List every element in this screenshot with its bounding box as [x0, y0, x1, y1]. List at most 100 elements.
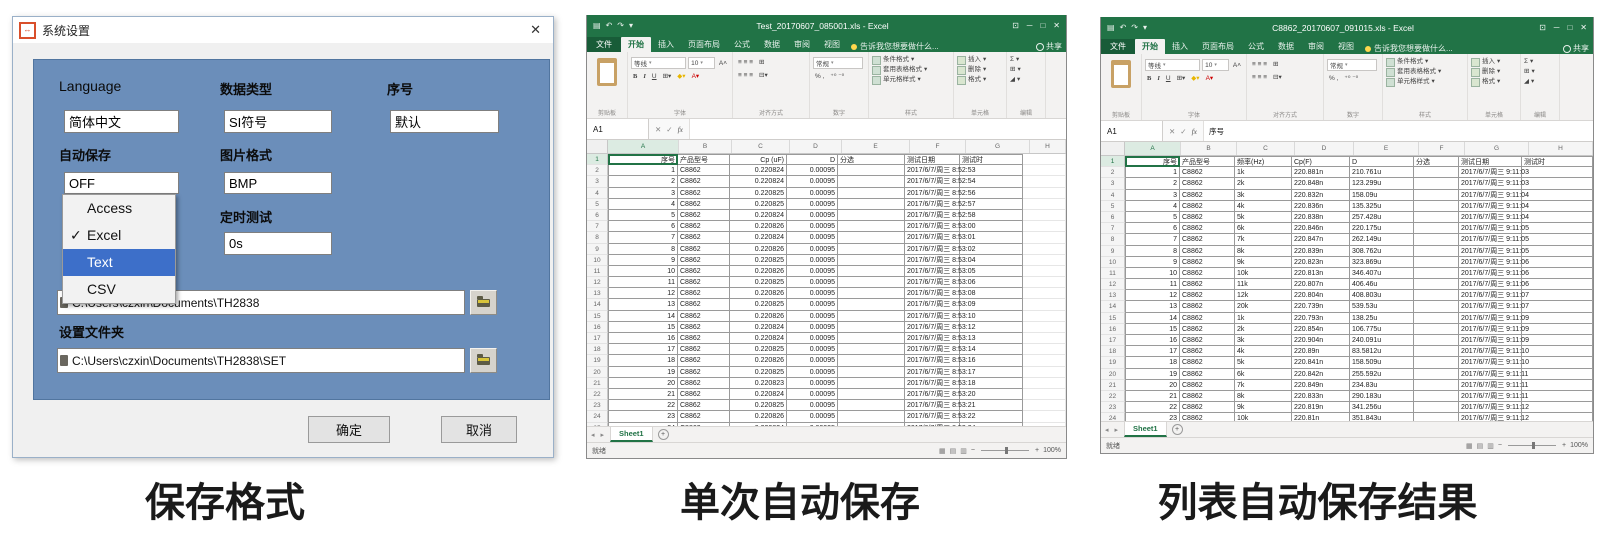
cell[interactable]: 2017/6/7/周三 8:52:53: [905, 165, 960, 176]
cell[interactable]: 5: [1125, 212, 1180, 223]
cell[interactable]: 2017/6/7/周三 9:11:04: [1459, 212, 1522, 223]
cell[interactable]: 220.841n: [1292, 357, 1350, 368]
column-header-F[interactable]: F: [910, 140, 966, 153]
cell[interactable]: 2017/6/7/周三 8:53:10: [905, 311, 960, 322]
ribbon-tab-1[interactable]: 开始: [1135, 39, 1165, 54]
cell[interactable]: [1522, 190, 1593, 201]
cell[interactable]: C8862: [678, 277, 730, 288]
cell[interactable]: 6: [608, 221, 678, 232]
cell[interactable]: 2: [608, 176, 678, 187]
cell[interactable]: 8k: [1235, 391, 1292, 402]
cell[interactable]: 0.220825: [730, 400, 787, 411]
cell[interactable]: [1522, 234, 1593, 245]
cell[interactable]: [1023, 232, 1066, 243]
cell[interactable]: 11: [1125, 279, 1180, 290]
cell[interactable]: [838, 311, 905, 322]
cell[interactable]: [1522, 246, 1593, 257]
row-header[interactable]: 10: [1101, 257, 1125, 268]
cell[interactable]: 539.53u: [1350, 301, 1414, 312]
zoom-level[interactable]: 100%: [1043, 447, 1061, 454]
cell[interactable]: 220.881n: [1292, 167, 1350, 178]
cell[interactable]: 11: [608, 277, 678, 288]
ribbon-tab-3[interactable]: 页面布局: [1195, 39, 1241, 54]
cell[interactable]: [1023, 210, 1066, 221]
cell[interactable]: 158.09u: [1350, 190, 1414, 201]
cell[interactable]: C8862: [678, 199, 730, 210]
confirm-entry-icon[interactable]: ✓: [666, 125, 672, 134]
cell[interactable]: 0.220824: [730, 210, 787, 221]
spreadsheet-grid[interactable]: ABCDEFGH1序号产品型号Cp (uF)D分选测试日期测试时21C88620…: [587, 140, 1066, 426]
cell[interactable]: [1023, 333, 1066, 344]
cell[interactable]: 290.183u: [1350, 391, 1414, 402]
cell[interactable]: 0.220824: [730, 333, 787, 344]
cell[interactable]: C8862: [678, 389, 730, 400]
cell[interactable]: 8: [1125, 246, 1180, 257]
cell[interactable]: 20k: [1235, 301, 1292, 312]
row-header[interactable]: 1: [587, 154, 608, 165]
cell[interactable]: [1522, 257, 1593, 268]
cell[interactable]: 0.00095: [787, 367, 838, 378]
cell[interactable]: [838, 277, 905, 288]
cell[interactable]: 2k: [1235, 178, 1292, 189]
cell[interactable]: C8862: [678, 322, 730, 333]
cell[interactable]: [838, 221, 905, 232]
cell[interactable]: 0.220825: [730, 199, 787, 210]
row-header[interactable]: 5: [587, 199, 608, 210]
row-header[interactable]: 21: [587, 378, 608, 389]
cell[interactable]: 10k: [1235, 413, 1292, 421]
cell[interactable]: 210.761u: [1350, 167, 1414, 178]
cell[interactable]: 7: [1125, 234, 1180, 245]
cell[interactable]: C8862: [678, 288, 730, 299]
cell[interactable]: [1522, 212, 1593, 223]
cell[interactable]: 7: [608, 232, 678, 243]
cell[interactable]: 0.00095: [787, 165, 838, 176]
cell[interactable]: 4k: [1235, 346, 1292, 357]
cell[interactable]: 18: [608, 355, 678, 366]
cell[interactable]: [838, 188, 905, 199]
cell[interactable]: [1522, 346, 1593, 357]
cell[interactable]: 2017/6/7/周三 9:11:07: [1459, 290, 1522, 301]
bold-button[interactable]: B: [631, 71, 639, 82]
cancel-button[interactable]: 取消: [441, 416, 517, 443]
row-header[interactable]: 16: [1101, 324, 1125, 335]
percent-icon[interactable]: % ,: [813, 71, 826, 82]
style-button-1[interactable]: 套用表格格式▾: [872, 65, 950, 75]
cell[interactable]: C8862: [678, 255, 730, 266]
cell[interactable]: [1414, 201, 1459, 212]
cell[interactable]: 0.00095: [787, 389, 838, 400]
row-header[interactable]: 4: [1101, 190, 1125, 201]
new-sheet-icon[interactable]: +: [658, 429, 669, 440]
cell[interactable]: C8862: [678, 188, 730, 199]
cell[interactable]: [1023, 344, 1066, 355]
cell[interactable]: 2017/6/7/周三 8:53:17: [905, 367, 960, 378]
number-format-combo[interactable]: 常规▾: [813, 57, 863, 69]
row-header[interactable]: 12: [1101, 279, 1125, 290]
maximize-icon[interactable]: □: [1040, 21, 1045, 30]
cell[interactable]: 220.854n: [1292, 324, 1350, 335]
page-break-icon[interactable]: ▥: [1487, 442, 1494, 450]
insert-function-icon[interactable]: fx: [1192, 127, 1197, 136]
cell[interactable]: [1522, 335, 1593, 346]
row-header[interactable]: 18: [1101, 346, 1125, 357]
cell[interactable]: 2017/6/7/周三 8:52:56: [905, 188, 960, 199]
column-header-E[interactable]: E: [1354, 142, 1419, 155]
cell[interactable]: 220.904n: [1292, 335, 1350, 346]
cell[interactable]: 16: [608, 333, 678, 344]
timed-test-input[interactable]: [224, 232, 332, 255]
cell[interactable]: 2017/6/7/周三 9:11:12: [1459, 402, 1522, 413]
cell[interactable]: [1522, 324, 1593, 335]
cell[interactable]: D: [787, 154, 838, 165]
cell[interactable]: 0.00095: [787, 255, 838, 266]
cell[interactable]: [1522, 313, 1593, 324]
cell[interactable]: 2017/6/7/周三 9:11:07: [1459, 301, 1522, 312]
cell[interactable]: [838, 199, 905, 210]
cell[interactable]: [1522, 167, 1593, 178]
cell[interactable]: C8862: [1180, 212, 1235, 223]
cell[interactable]: 5k: [1235, 212, 1292, 223]
cell[interactable]: 2k: [1235, 324, 1292, 335]
ribbon-tab-7[interactable]: 视图: [817, 37, 847, 52]
cell[interactable]: 106.775u: [1350, 324, 1414, 335]
cell[interactable]: 分选: [838, 154, 905, 165]
cell[interactable]: 351.843u: [1350, 413, 1414, 421]
cell[interactable]: [1522, 301, 1593, 312]
